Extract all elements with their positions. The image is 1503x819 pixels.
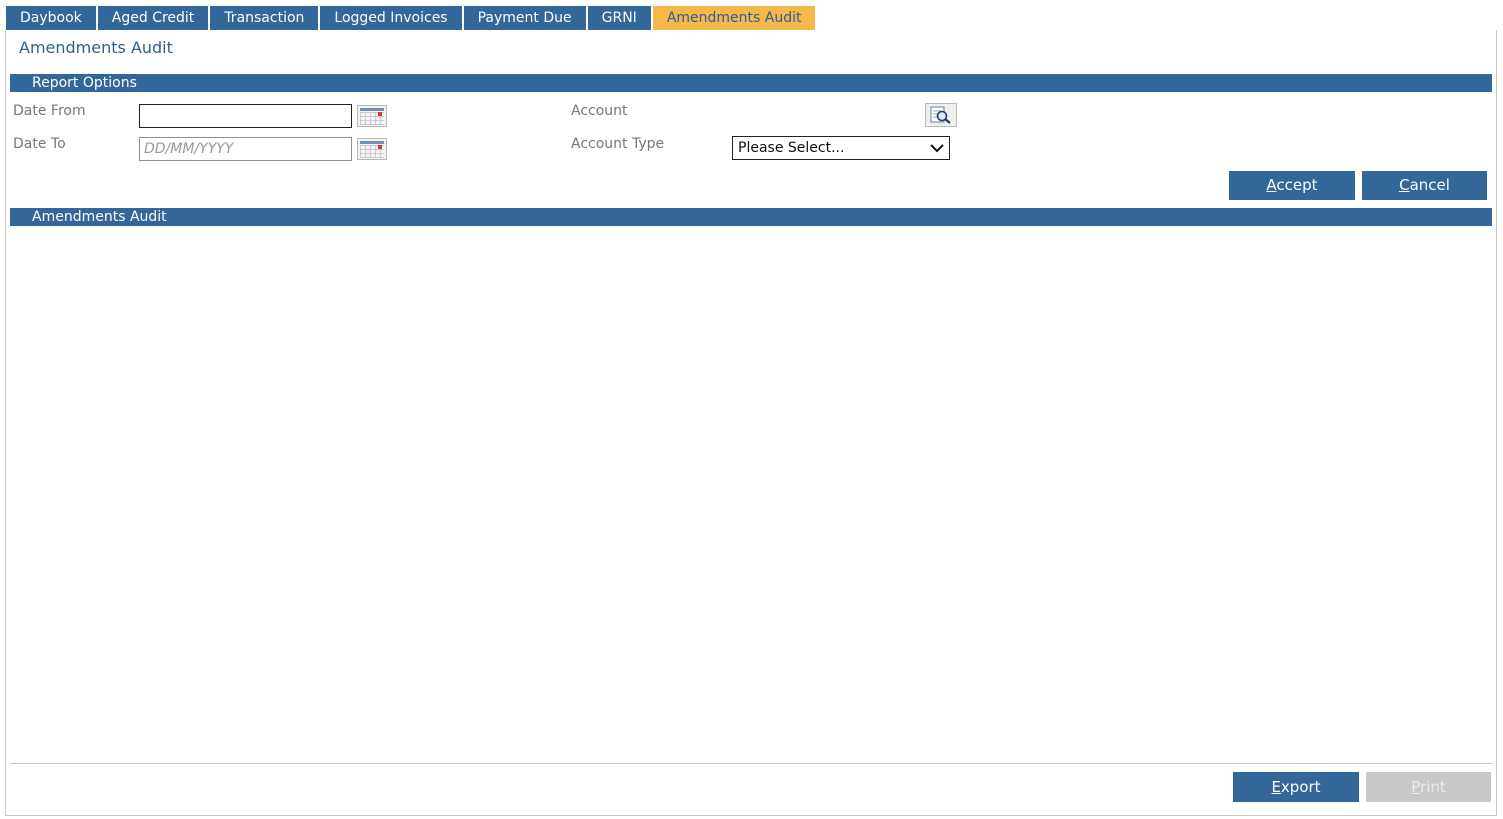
date-from-label: Date From	[13, 103, 86, 119]
cancel-button[interactable]: Cancel	[1362, 171, 1487, 200]
tab-bar: Daybook Aged Credit Transaction Logged I…	[6, 6, 817, 30]
lookup-search-icon	[930, 106, 951, 124]
tab-daybook[interactable]: Daybook	[6, 6, 96, 30]
tab-payment-due[interactable]: Payment Due	[463, 6, 586, 30]
account-type-selected-value: Please Select...	[738, 140, 845, 156]
tab-amendments-audit[interactable]: Amendments Audit	[652, 6, 816, 30]
date-to-input[interactable]	[139, 137, 352, 161]
date-to-calendar-button[interactable]	[357, 138, 387, 160]
report-options-header: Report Options	[10, 74, 1492, 92]
tab-aged-credit[interactable]: Aged Credit	[97, 6, 209, 30]
footer-divider	[10, 763, 1492, 764]
print-button[interactable]: Print	[1366, 772, 1491, 802]
export-button[interactable]: Export	[1233, 772, 1359, 802]
date-from-calendar-button[interactable]	[357, 105, 387, 127]
page-title: Amendments Audit	[19, 38, 173, 57]
accept-button[interactable]: Accept	[1229, 171, 1355, 200]
tab-transaction[interactable]: Transaction	[210, 6, 319, 30]
tab-logged-invoices[interactable]: Logged Invoices	[320, 6, 462, 30]
account-type-label: Account Type	[571, 136, 665, 152]
account-lookup-button[interactable]	[925, 103, 957, 127]
tab-grni[interactable]: GRNI	[587, 6, 651, 30]
chevron-down-icon	[930, 144, 944, 153]
date-from-input[interactable]	[139, 104, 352, 128]
results-header: Amendments Audit	[10, 208, 1492, 226]
account-label: Account	[571, 103, 628, 119]
date-to-label: Date To	[13, 136, 66, 152]
account-type-select[interactable]: Please Select...	[732, 136, 950, 160]
